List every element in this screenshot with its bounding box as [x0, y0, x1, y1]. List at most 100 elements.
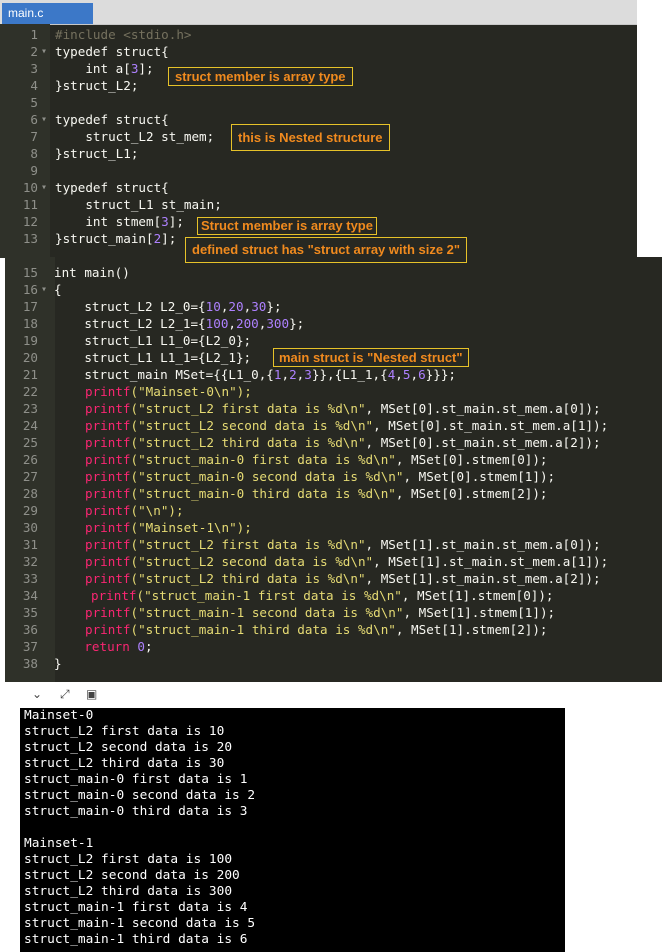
expand-icon[interactable]: ⤢ — [60, 687, 70, 702]
line-number: 26 — [22, 452, 38, 467]
chevron-down-icon[interactable]: ⌄ — [32, 687, 42, 701]
code-line: struct_L1 L1_1={L2_1}; — [54, 350, 252, 365]
code-line: typedef struct{ — [55, 44, 169, 59]
line-number: 1 — [30, 27, 38, 42]
line-number: 16 — [22, 282, 38, 297]
code-line: printf("struct_main-0 first data is %d\n… — [85, 452, 548, 467]
fold-arrow-icon[interactable]: ▾ — [41, 179, 47, 196]
line-number: 35 — [22, 605, 38, 620]
line-number: 33 — [22, 571, 38, 586]
code-line: }struct_L1; — [55, 146, 139, 161]
code-line: int stmem[3]; — [55, 214, 184, 229]
console-line: struct_L2 second data is 200 — [24, 868, 240, 883]
fold-arrow-icon[interactable]: ▾ — [41, 43, 47, 60]
code-line: } — [54, 656, 62, 671]
code-line: typedef struct{ — [55, 112, 169, 127]
tab-bar: main.c — [0, 0, 637, 25]
code-line: printf("struct_main-1 third data is %d\n… — [85, 622, 548, 637]
line-number: 28 — [22, 486, 38, 501]
tab-main-c[interactable]: main.c — [2, 3, 93, 24]
console-line: Mainset-0 — [24, 708, 94, 723]
line-number: 5 — [30, 95, 38, 110]
code-line: }struct_L2; — [55, 78, 139, 93]
line-number: 13 — [22, 231, 38, 246]
code-editor-bottom: 15 16 ▾ 17 18 19 20 21 22 23 24 25 26 27… — [5, 257, 662, 682]
code-line: printf("struct_main-0 second data is %d\… — [85, 469, 556, 484]
line-number: 10 — [22, 180, 38, 195]
code-line: printf("struct_L2 second data is %d\n", … — [85, 554, 609, 569]
fold-arrow-icon[interactable]: ▾ — [41, 281, 47, 298]
code-line: return 0; — [54, 639, 153, 654]
line-number: 4 — [30, 78, 38, 93]
fold-arrow-icon[interactable]: ▾ — [41, 111, 47, 128]
line-number: 9 — [30, 163, 38, 178]
code-line: struct_L1 L1_0={L2_0}; — [54, 333, 252, 348]
line-number: 36 — [22, 622, 38, 637]
line-number: 23 — [22, 401, 38, 416]
line-number: 11 — [22, 197, 38, 212]
line-number: 27 — [22, 469, 38, 484]
code-line: { — [54, 282, 62, 297]
console-line: struct_L2 first data is 10 — [24, 724, 225, 739]
line-number: 6 — [30, 112, 38, 127]
line-number: 3 — [30, 61, 38, 76]
code-line: }struct_main[2]; — [55, 231, 177, 246]
annotation-array-member-2: Struct member is array type — [197, 217, 377, 235]
line-number: 30 — [22, 520, 38, 535]
line-number: 21 — [22, 367, 38, 382]
code-line: printf("struct_main-1 second data is %d\… — [85, 605, 556, 620]
code-line: struct_L1 st_main; — [55, 197, 222, 212]
code-line: struct_L2 L2_0={10,20,30}; — [54, 299, 282, 314]
code-line: struct_L2 st_mem; — [55, 129, 215, 144]
console-line: struct_L2 first data is 100 — [24, 852, 233, 867]
code-line: printf("struct_L2 third data is %d\n", M… — [85, 571, 601, 586]
console-line: struct_main-0 first data is 1 — [24, 772, 248, 787]
line-number: 18 — [22, 316, 38, 331]
line-number: 37 — [22, 639, 38, 654]
console-line: struct_L2 third data is 300 — [24, 884, 233, 899]
line-number: 7 — [30, 129, 38, 144]
line-number: 17 — [22, 299, 38, 314]
code-line: printf("Mainset-1\n"); — [85, 520, 252, 535]
console-line: struct_main-1 third data is 6 — [24, 932, 248, 947]
line-number: 12 — [22, 214, 38, 229]
copy-icon[interactable]: ▣ — [86, 687, 97, 701]
line-number: 25 — [22, 435, 38, 450]
line-number: 2 — [30, 44, 38, 59]
code-line: int main() — [54, 265, 130, 280]
console-line: struct_main-1 second data is 5 — [24, 916, 256, 931]
code-line: int a[3]; — [55, 61, 154, 76]
code-line: printf("struct_L2 second data is %d\n", … — [85, 418, 609, 433]
line-number: 31 — [22, 537, 38, 552]
line-number: 20 — [22, 350, 38, 365]
line-number: 24 — [22, 418, 38, 433]
code-line: printf("struct_main-1 first data is %d\n… — [91, 588, 554, 603]
annotation-array-member: struct member is array type — [168, 67, 353, 86]
code-line: printf("struct_main-0 third data is %d\n… — [85, 486, 548, 501]
console-line: struct_main-0 third data is 3 — [24, 804, 248, 819]
code-line: printf("Mainset-0\n"); — [85, 384, 252, 399]
line-number: 29 — [22, 503, 38, 518]
annotation-nested-structure: this is Nested structure — [231, 124, 390, 151]
console-toolbar: ⌄ ⤢ ▣ — [20, 683, 565, 708]
code-line: #include <stdio.h> — [55, 27, 192, 42]
line-number: 8 — [30, 146, 38, 161]
annotation-struct-array-size: defined struct has "struct array with si… — [185, 237, 468, 263]
console-line: struct_L2 second data is 20 — [24, 740, 233, 755]
code-line: printf("\n"); — [85, 503, 184, 518]
line-number: 22 — [22, 384, 38, 399]
code-line: printf("struct_L2 first data is %d\n", M… — [85, 401, 601, 416]
code-line: struct_L2 L2_1={100,200,300}; — [54, 316, 305, 331]
code-line: typedef struct{ — [55, 180, 169, 195]
code-line: printf("struct_L2 first data is %d\n", M… — [85, 537, 601, 552]
console-output: ⌄ ⤢ ▣ Mainset-0 struct_L2 first data is … — [20, 683, 565, 952]
code-line: printf("struct_L2 third data is %d\n", M… — [85, 435, 601, 450]
console-line: struct_main-0 second data is 2 — [24, 788, 256, 803]
annotation-nested-main: main struct is "Nested struct" — [273, 348, 469, 367]
line-number: 15 — [22, 265, 38, 280]
line-number: 34 — [22, 588, 38, 603]
console-line: struct_main-1 first data is 4 — [24, 900, 248, 915]
line-number: 19 — [22, 333, 38, 348]
code-line: struct_main MSet={{L1_0,{1,2,3}},{L1_1,{… — [54, 367, 456, 382]
console-line: Mainset-1 — [24, 836, 94, 851]
